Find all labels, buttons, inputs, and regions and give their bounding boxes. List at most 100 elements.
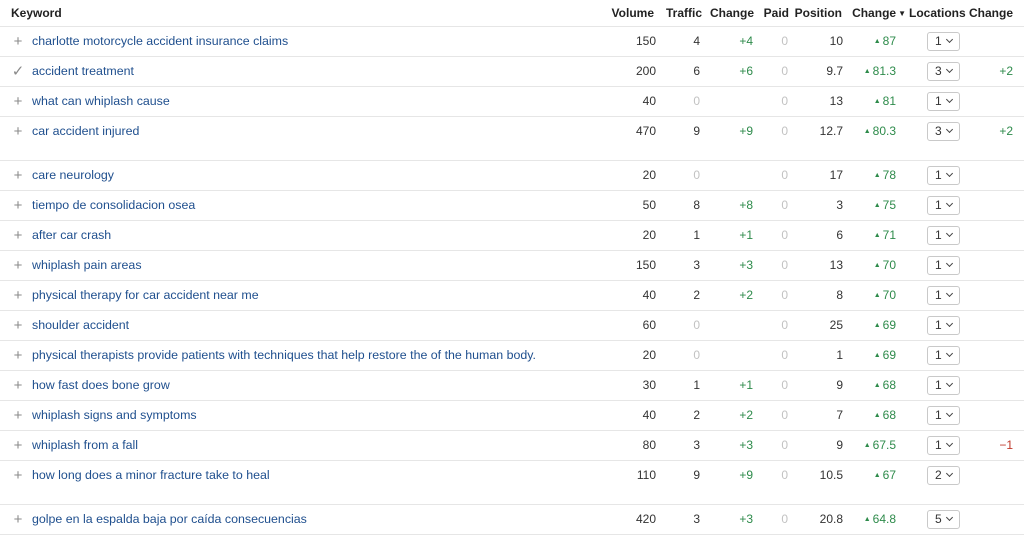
traffic-value: 9	[693, 468, 700, 482]
keyword-link[interactable]: shoulder accident	[32, 311, 129, 340]
locations-select[interactable]: 3	[927, 122, 960, 141]
header-traffic-change[interactable]: Change	[710, 0, 754, 26]
locations-select[interactable]: 1	[927, 346, 960, 365]
chevron-down-icon	[945, 65, 953, 74]
traffic-value: 1	[693, 228, 700, 242]
triangle-up-icon: ▲	[873, 98, 881, 105]
plus-icon[interactable]: +	[9, 117, 27, 146]
keyword-link[interactable]: tiempo de consolidacion osea	[32, 191, 195, 220]
locations-dropdown[interactable]: 1	[927, 371, 960, 400]
plus-icon[interactable]: +	[9, 505, 27, 534]
locations-dropdown[interactable]: 3	[927, 57, 960, 86]
locations-select[interactable]: 5	[927, 510, 960, 529]
locations-select[interactable]: 1	[927, 406, 960, 425]
locations-dropdown[interactable]: 1	[927, 161, 960, 190]
table-row: + whiplash signs and symptoms 40 2 +2 0 7 ▲ 68 1	[0, 401, 1024, 431]
locations-dropdown[interactable]: 2	[927, 461, 960, 490]
position-value: 13	[829, 258, 843, 272]
locations-select[interactable]: 1	[927, 92, 960, 111]
locations-select[interactable]: 1	[927, 316, 960, 335]
header-locations[interactable]: Locations	[909, 0, 966, 26]
header-volume[interactable]: Volume	[612, 0, 654, 26]
locations-dropdown[interactable]: 1	[927, 281, 960, 310]
traffic-change-value: +4	[739, 34, 753, 48]
locations-select[interactable]: 1	[927, 286, 960, 305]
locations-dropdown[interactable]: 1	[927, 431, 960, 460]
keyword-link[interactable]: whiplash pain areas	[32, 251, 142, 280]
plus-icon[interactable]: +	[9, 251, 27, 280]
keyword-link[interactable]: physical therapy for car accident near m…	[32, 281, 259, 310]
locations-count: 3	[935, 124, 942, 138]
plus-icon[interactable]: +	[9, 281, 27, 310]
volume-value: 40	[642, 94, 656, 108]
paid-value: 0	[781, 34, 788, 48]
paid-value: 0	[781, 124, 788, 138]
keyword-link[interactable]: how long does a minor fracture take to h…	[32, 461, 270, 490]
volume-value: 80	[642, 438, 656, 452]
locations-select[interactable]: 1	[927, 32, 960, 51]
locations-dropdown[interactable]: 1	[927, 311, 960, 340]
plus-icon[interactable]: +	[9, 311, 27, 340]
plus-icon[interactable]: +	[9, 87, 27, 116]
locations-dropdown[interactable]: 1	[927, 191, 960, 220]
traffic-value: 9	[693, 124, 700, 138]
locations-dropdown[interactable]: 1	[927, 251, 960, 280]
position-value: 12.7	[819, 124, 843, 138]
locations-select[interactable]: 1	[927, 196, 960, 215]
keyword-link[interactable]: whiplash signs and symptoms	[32, 401, 197, 430]
table-row: + car accident injured 470 9 +9 0 12.7 ▲ 80.3 3 +2	[0, 117, 1024, 161]
locations-dropdown[interactable]: 5	[927, 505, 960, 534]
header-position[interactable]: Position	[795, 0, 842, 26]
position-value: 1	[836, 348, 843, 362]
header-traffic[interactable]: Traffic	[666, 0, 702, 26]
header-paid[interactable]: Paid	[764, 0, 789, 26]
keyword-link[interactable]: charlotte motorcycle accident insurance …	[32, 27, 288, 56]
position-change-value: ▲ 71	[874, 221, 896, 250]
locations-dropdown[interactable]: 1	[927, 87, 960, 116]
locations-select[interactable]: 1	[927, 166, 960, 185]
locations-dropdown[interactable]: 1	[927, 221, 960, 250]
plus-icon[interactable]: +	[9, 371, 27, 400]
traffic-value: 1	[693, 378, 700, 392]
plus-icon[interactable]: +	[9, 401, 27, 430]
plus-icon[interactable]: +	[9, 161, 27, 190]
locations-select[interactable]: 3	[927, 62, 960, 81]
keyword-link[interactable]: accident treatment	[32, 57, 134, 86]
check-icon[interactable]: ✓	[9, 57, 27, 86]
traffic-value: 4	[693, 34, 700, 48]
locations-select[interactable]: 1	[927, 226, 960, 245]
locations-select[interactable]: 1	[927, 436, 960, 455]
locations-select[interactable]: 2	[927, 466, 960, 485]
paid-value: 0	[781, 258, 788, 272]
position-change-number: 81.3	[872, 64, 896, 78]
keyword-link[interactable]: how fast does bone grow	[32, 371, 170, 400]
locations-dropdown[interactable]: 1	[927, 27, 960, 56]
locations-dropdown[interactable]: 3	[927, 117, 960, 146]
header-keyword[interactable]: Keyword	[11, 0, 62, 26]
position-value: 17	[829, 168, 843, 182]
volume-value: 20	[642, 168, 656, 182]
keyword-link[interactable]: physical therapists provide patients wit…	[32, 341, 536, 370]
locations-select[interactable]: 1	[927, 376, 960, 395]
locations-dropdown[interactable]: 1	[927, 341, 960, 370]
keyword-link[interactable]: what can whiplash cause	[32, 87, 170, 116]
plus-icon[interactable]: +	[9, 191, 27, 220]
position-change-value: ▲ 64.8	[864, 505, 896, 534]
keyword-link[interactable]: golpe en la espalda baja por caída conse…	[32, 505, 307, 534]
plus-icon[interactable]: +	[9, 27, 27, 56]
keyword-link[interactable]: whiplash from a fall	[32, 431, 138, 460]
locations-dropdown[interactable]: 1	[927, 401, 960, 430]
plus-icon[interactable]: +	[9, 431, 27, 460]
keyword-link[interactable]: car accident injured	[32, 117, 139, 146]
keyword-link[interactable]: after car crash	[32, 221, 111, 250]
table-body: + charlotte motorcycle accident insurance…	[0, 27, 1024, 535]
keywords-table: Keyword Volume Traffic Change Paid Posit…	[0, 0, 1024, 535]
header-locations-change[interactable]: Change	[969, 0, 1013, 26]
header-position-change[interactable]: Change ▼	[852, 0, 906, 26]
locations-select[interactable]: 1	[927, 256, 960, 275]
plus-icon[interactable]: +	[9, 221, 27, 250]
keyword-link[interactable]: care neurology	[32, 161, 114, 190]
triangle-up-icon: ▲	[863, 128, 871, 135]
plus-icon[interactable]: +	[9, 461, 27, 490]
plus-icon[interactable]: +	[9, 341, 27, 370]
